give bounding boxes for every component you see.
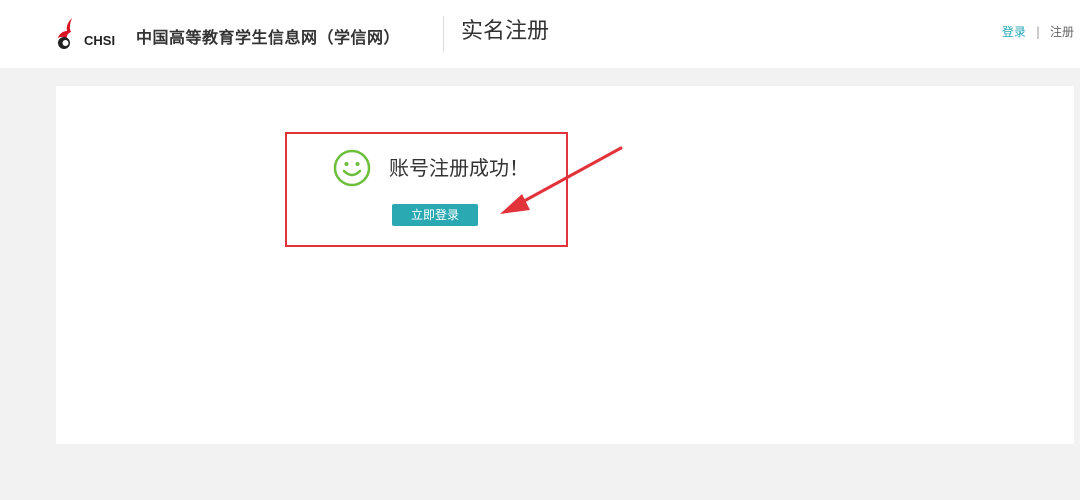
- logo-text: CHSI: [84, 33, 116, 48]
- smile-icon: [333, 149, 371, 187]
- page-title: 实名注册: [461, 19, 550, 44]
- login-link[interactable]: 登录: [1002, 24, 1026, 40]
- site-name: 中国高等教育学生信息网（学信网）: [136, 28, 401, 47]
- success-message: 账号注册成功！: [389, 156, 529, 180]
- top-links: 登录 | 注册: [1002, 24, 1074, 40]
- page-header: CHSI 中国高等教育学生信息网（学信网） 实名注册 登录 | 注册: [0, 0, 1080, 68]
- link-separator: |: [1035, 25, 1040, 39]
- login-now-button[interactable]: 立即登录: [392, 204, 478, 226]
- header-divider: [443, 16, 444, 52]
- register-link[interactable]: 注册: [1050, 24, 1074, 40]
- site-logo[interactable]: CHSI: [54, 14, 115, 54]
- success-message-row: 账号注册成功！: [333, 149, 529, 187]
- chsi-bird-logo-icon: [58, 18, 72, 49]
